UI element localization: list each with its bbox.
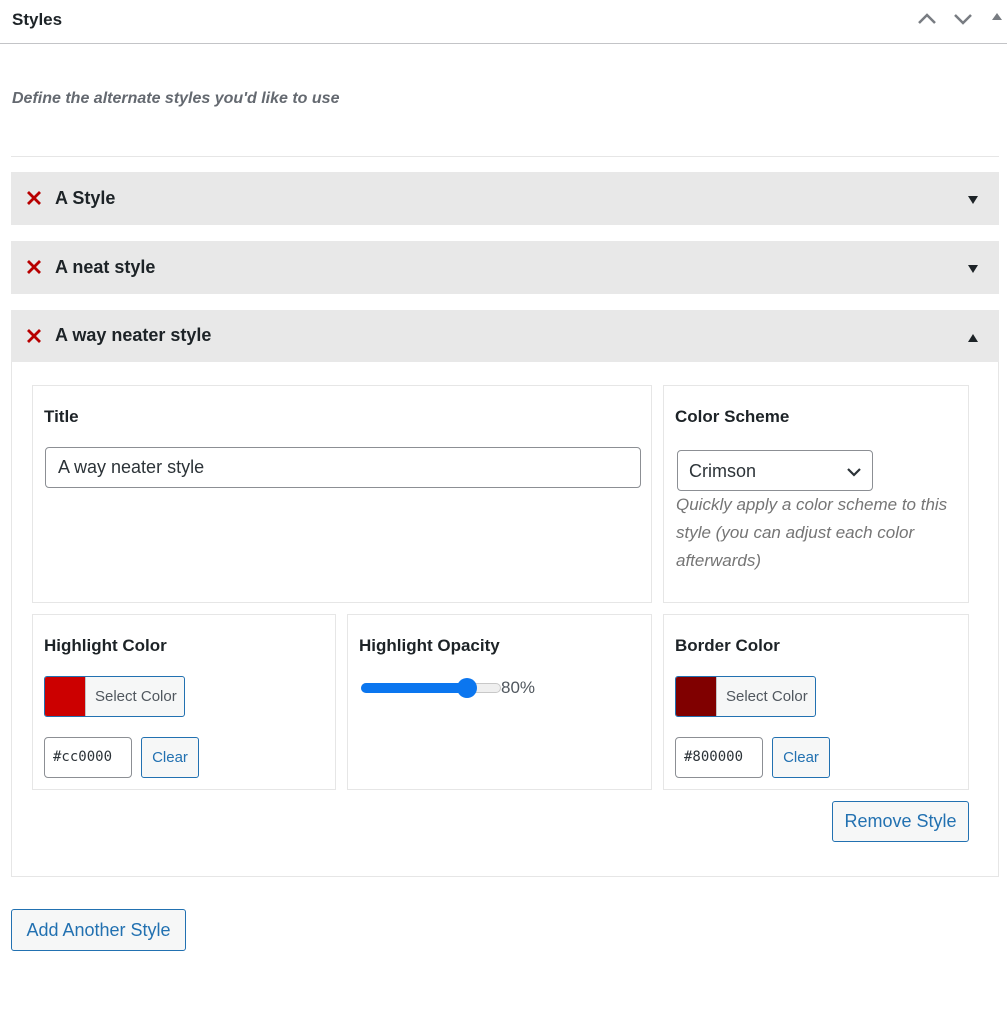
- color-scheme-card: Color Scheme Crimson Quickly apply a col…: [663, 385, 969, 603]
- title-input[interactable]: [45, 447, 641, 488]
- panel-header: Styles: [0, 0, 1007, 44]
- move-down-icon[interactable]: [952, 8, 974, 30]
- panel-title: Styles: [12, 10, 63, 29]
- highlight-opacity-card: Highlight Opacity 80%: [347, 614, 652, 790]
- slider-fill: [361, 683, 467, 693]
- highlight-hex-input[interactable]: #cc0000: [44, 737, 132, 778]
- caret-up-icon[interactable]: [967, 330, 979, 348]
- remove-style-icon[interactable]: [26, 328, 42, 349]
- highlight-select-color-button[interactable]: Select Color: [44, 676, 185, 717]
- style-title: A neat style: [55, 257, 156, 277]
- style-accordion-header[interactable]: A way neater style: [11, 310, 999, 362]
- highlight-color-label: Highlight Color: [44, 636, 167, 655]
- highlight-clear-button[interactable]: Clear: [141, 737, 199, 778]
- color-scheme-help: Quickly apply a color scheme to this sty…: [676, 495, 948, 570]
- remove-style-button[interactable]: Remove Style: [832, 801, 969, 842]
- border-clear-button[interactable]: Clear: [772, 737, 830, 778]
- caret-down-icon[interactable]: [967, 192, 979, 210]
- move-up-icon[interactable]: [916, 8, 938, 30]
- remove-style-icon[interactable]: [26, 190, 42, 211]
- border-hex-input[interactable]: #800000: [675, 737, 763, 778]
- add-another-style-button[interactable]: Add Another Style: [11, 909, 186, 951]
- highlight-color-card: Highlight Color Select Color #cc0000 Cle…: [32, 614, 336, 790]
- border-color-card: Border Color Select Color #800000 Clear: [663, 614, 969, 790]
- opacity-value: 80%: [501, 678, 536, 697]
- slider-thumb[interactable]: [457, 678, 477, 698]
- color-scheme-select[interactable]: Crimson: [677, 450, 873, 491]
- color-scheme-label: Color Scheme: [675, 407, 790, 426]
- style-editor: Title Color Scheme Crimson Quickly apply…: [11, 362, 999, 877]
- border-color-swatch: [676, 677, 717, 716]
- style-accordion-header[interactable]: A Style: [11, 172, 999, 225]
- highlight-opacity-label: Highlight Opacity: [359, 636, 500, 655]
- style-title: A Style: [55, 188, 116, 208]
- chevron-down-icon: [846, 463, 862, 484]
- divider: [11, 156, 999, 157]
- color-scheme-value: Crimson: [689, 461, 757, 481]
- title-card: Title: [32, 385, 652, 603]
- style-accordion-header[interactable]: A neat style: [11, 241, 999, 294]
- select-color-label: Select Color: [726, 688, 808, 705]
- select-color-label: Select Color: [95, 688, 177, 705]
- section-description: Define the alternate styles you'd like t…: [12, 90, 340, 107]
- opacity-slider[interactable]: [361, 678, 501, 698]
- remove-style-icon[interactable]: [26, 259, 42, 280]
- toggle-panel-icon[interactable]: [991, 11, 1003, 23]
- title-label: Title: [44, 407, 79, 426]
- style-title: A way neater style: [55, 325, 212, 345]
- border-select-color-button[interactable]: Select Color: [675, 676, 816, 717]
- caret-down-icon[interactable]: [967, 261, 979, 279]
- border-color-label: Border Color: [675, 636, 780, 655]
- highlight-color-swatch: [45, 677, 86, 716]
